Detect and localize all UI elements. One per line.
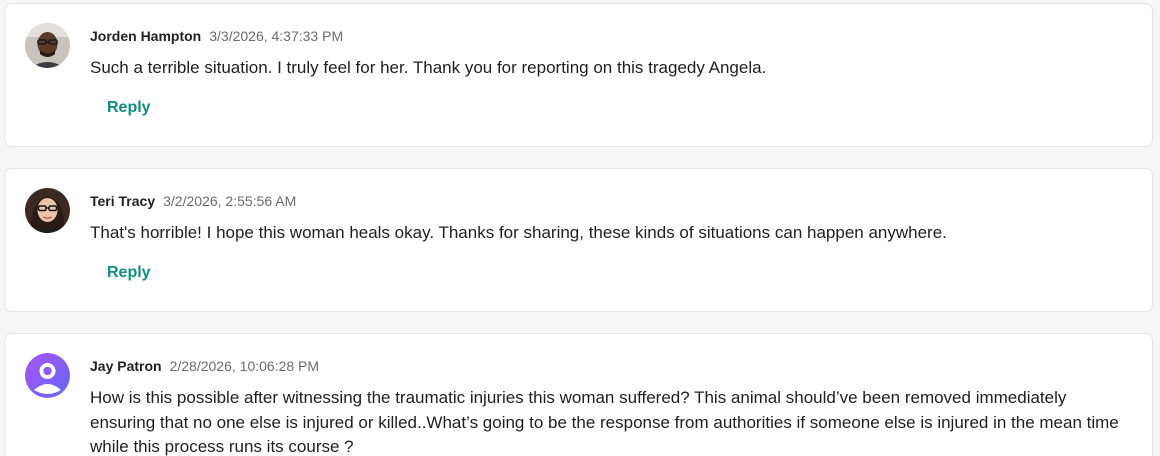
- comment-text: How is this possible after witnessing th…: [90, 388, 1119, 456]
- comment-meta: Jorden Hampton 3/3/2026, 4:37:33 PM: [90, 27, 343, 46]
- user-avatar-icon[interactable]: [25, 188, 70, 233]
- comment-author[interactable]: Teri Tracy: [90, 193, 155, 209]
- user-avatar-icon[interactable]: [25, 23, 70, 68]
- comment-text: Such a terrible situation. I truly feel …: [90, 58, 767, 77]
- comment-author[interactable]: Jay Patron: [90, 358, 162, 374]
- reply-button[interactable]: Reply: [107, 98, 151, 118]
- comment-meta: Jay Patron 2/28/2026, 10:06:28 PM: [90, 357, 319, 376]
- comment-author[interactable]: Jorden Hampton: [90, 28, 201, 44]
- comment-timestamp: 3/2/2026, 2:55:56 AM: [163, 193, 297, 209]
- reply-button[interactable]: Reply: [107, 263, 151, 283]
- comment-meta: Teri Tracy 3/2/2026, 2:55:56 AM: [90, 192, 296, 211]
- comment-card: Teri Tracy 3/2/2026, 2:55:56 AM That's ho…: [4, 168, 1153, 312]
- comment-list: Jorden Hampton 3/3/2026, 4:37:33 PM Such …: [0, 0, 1160, 456]
- comment-card: Jorden Hampton 3/3/2026, 4:37:33 PM Such …: [4, 3, 1153, 147]
- default-user-avatar-icon[interactable]: [25, 353, 70, 398]
- comment-timestamp: 3/3/2026, 4:37:33 PM: [209, 28, 344, 44]
- comment-text: That's horrible! I hope this woman heals…: [90, 223, 947, 242]
- comment-card: Jay Patron 2/28/2026, 10:06:28 PM How is …: [4, 333, 1153, 456]
- comment-timestamp: 2/28/2026, 10:06:28 PM: [169, 358, 320, 374]
